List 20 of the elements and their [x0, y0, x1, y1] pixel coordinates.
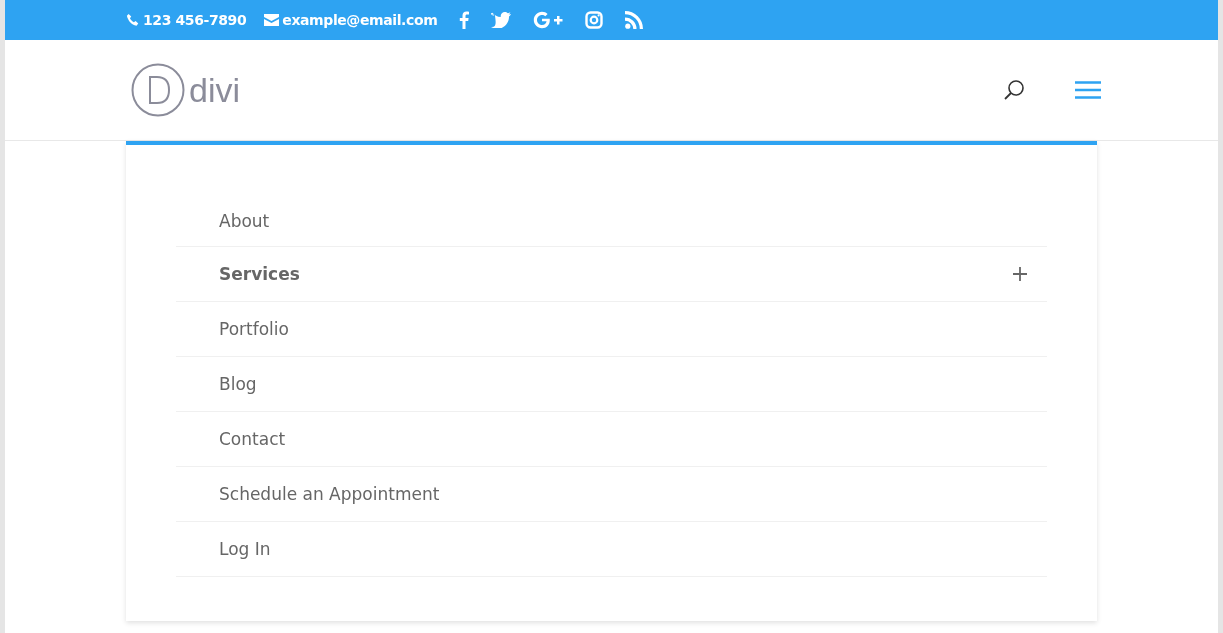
logo-icon — [131, 63, 185, 117]
phone-icon — [126, 13, 140, 27]
menu-item[interactable]: Contact — [176, 412, 1047, 467]
logo-text: divi — [189, 70, 241, 110]
menu-item[interactable]: Portfolio — [176, 302, 1047, 357]
rss-icon[interactable] — [625, 11, 644, 29]
menu-item[interactable]: Services — [176, 247, 1047, 302]
google-plus-icon[interactable] — [533, 11, 564, 29]
menu-item[interactable]: About — [176, 196, 1047, 247]
search-icon[interactable] — [1003, 79, 1025, 101]
menu-icon[interactable] — [1075, 81, 1101, 99]
menu-item[interactable]: Log In — [176, 522, 1047, 577]
twitter-icon[interactable] — [491, 12, 512, 28]
menu-item[interactable]: Blog — [176, 357, 1047, 412]
instagram-icon[interactable] — [585, 11, 604, 29]
logo[interactable]: divi — [131, 63, 241, 117]
plus-icon[interactable] — [1013, 267, 1027, 281]
facebook-icon[interactable] — [459, 11, 470, 29]
menu-item[interactable]: Schedule an Appointment — [176, 467, 1047, 522]
envelope-icon — [264, 14, 280, 26]
